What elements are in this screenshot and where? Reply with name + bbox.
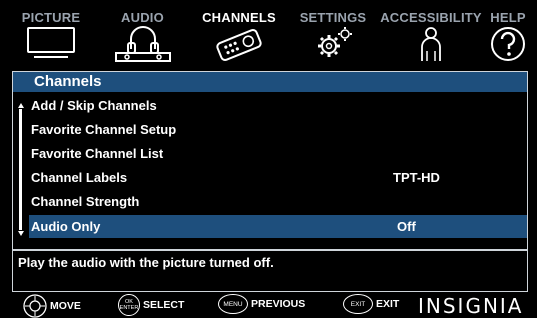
tab-picture-label: PICTURE bbox=[21, 10, 81, 25]
move-key-label: MOVE bbox=[50, 300, 81, 312]
tab-accessibility-label: ACCESSIBILITY bbox=[380, 10, 482, 25]
tab-channels[interactable]: CHANNELS bbox=[189, 5, 289, 68]
move-key-hint: MOVE bbox=[23, 294, 81, 318]
menu-item-label: Channel Labels bbox=[31, 170, 128, 185]
menu-button-icon: MENU bbox=[218, 294, 248, 314]
help-icon bbox=[489, 25, 527, 66]
scrollbar-track bbox=[19, 109, 22, 230]
menu-item-label: Channel Strength bbox=[31, 194, 140, 209]
tab-settings[interactable]: SETTINGS bbox=[289, 5, 377, 68]
select-key-hint: OK ENTER SELECT bbox=[118, 294, 184, 316]
tab-audio[interactable]: AUDIO bbox=[96, 5, 189, 68]
exit-button-icon: EXIT bbox=[343, 294, 373, 314]
menu-item-add-skip-channels[interactable]: Add / Skip Channels bbox=[27, 94, 527, 117]
select-key-label: SELECT bbox=[143, 299, 185, 311]
menu-item-audio-only[interactable]: Audio Only Off bbox=[29, 215, 527, 238]
exit-key-hint: EXIT EXIT bbox=[343, 294, 399, 314]
tab-settings-label: SETTINGS bbox=[299, 10, 367, 25]
menu-scrollbar[interactable] bbox=[17, 103, 27, 236]
gears-icon bbox=[309, 25, 357, 64]
menu-item-channel-labels[interactable]: Channel Labels TPT-HD bbox=[27, 166, 527, 189]
panel-title: Channels bbox=[13, 72, 527, 92]
remote-icon bbox=[214, 27, 264, 66]
tab-channels-label: CHANNELS bbox=[202, 10, 276, 25]
scroll-up-arrow-icon bbox=[18, 103, 24, 108]
item-description: Play the audio with the picture turned o… bbox=[18, 255, 274, 270]
menu-item-channel-strength[interactable]: Channel Strength bbox=[27, 190, 527, 213]
dpad-icon bbox=[23, 294, 47, 318]
menu-item-value: Off bbox=[397, 219, 416, 234]
panel-divider bbox=[13, 249, 527, 251]
tab-help[interactable]: HELP bbox=[485, 5, 531, 68]
tab-help-label: HELP bbox=[490, 10, 526, 25]
menu-item-label: Favorite Channel List bbox=[31, 146, 164, 161]
tab-accessibility[interactable]: ACCESSIBILITY bbox=[377, 5, 485, 68]
menu-item-value: TPT-HD bbox=[393, 170, 440, 185]
brand-logo: INSIGNIA bbox=[418, 294, 524, 318]
remote-key-help-bar: MOVE OK ENTER SELECT MENU PREVIOUS EXIT … bbox=[0, 292, 537, 318]
person-icon bbox=[416, 25, 446, 66]
previous-key-hint: MENU PREVIOUS bbox=[218, 294, 305, 314]
ok-enter-button-icon: OK ENTER bbox=[118, 294, 140, 316]
menu-item-label: Audio Only bbox=[31, 219, 101, 234]
menu-item-label: Add / Skip Channels bbox=[31, 98, 157, 113]
previous-key-label: PREVIOUS bbox=[251, 298, 306, 310]
tab-picture[interactable]: PICTURE bbox=[6, 5, 96, 68]
tv-icon bbox=[26, 25, 76, 62]
menu-item-favorite-channel-setup[interactable]: Favorite Channel Setup bbox=[27, 118, 527, 141]
scroll-down-arrow-icon bbox=[18, 231, 24, 236]
tab-audio-label: AUDIO bbox=[121, 10, 164, 25]
channels-menu-panel: Channels Add / Skip Channels Favorite Ch… bbox=[12, 71, 528, 292]
exit-key-label: EXIT bbox=[376, 298, 400, 310]
menu-item-label: Favorite Channel Setup bbox=[31, 122, 177, 137]
headphones-icon bbox=[114, 25, 172, 66]
menu-item-favorite-channel-list[interactable]: Favorite Channel List bbox=[27, 142, 527, 165]
menu-tab-bar: PICTURE AUDIO CHANNELS SETTINGS ACCESSIB… bbox=[6, 5, 531, 68]
